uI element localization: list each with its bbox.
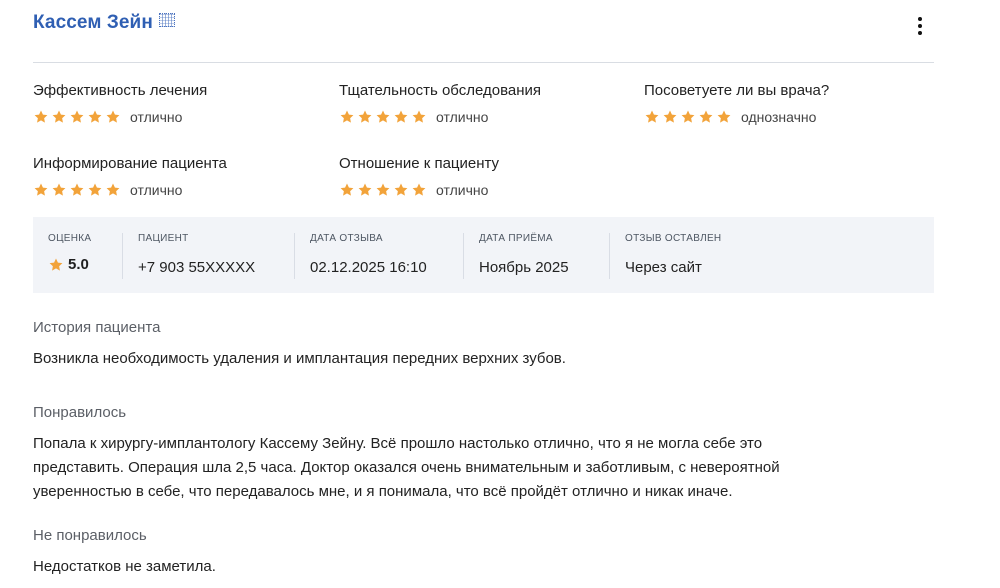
star-icon (716, 109, 732, 125)
doctor-name[interactable]: Кассем Зейн (33, 12, 175, 34)
star-icon (339, 182, 355, 198)
rating-stars (33, 109, 121, 125)
meta-visit-date: дата приёма Ноябрь 2025 (463, 233, 569, 279)
section-text: Недостатков не заметила. (33, 558, 216, 575)
rating-effectiveness: Эффективность лечения отлично (33, 81, 323, 126)
section-text: Попала к хирургу-имплантологу Кассему Зе… (33, 435, 780, 500)
star-icon (69, 182, 85, 198)
rating-line: отлично (33, 108, 323, 126)
star-icon (48, 257, 64, 273)
meta-label: оценка (48, 233, 92, 244)
meta-patient: пациент +7 903 55XXXXX (121, 233, 256, 279)
rating-label: отлично (436, 182, 489, 198)
meta-review-date: дата отзыва 02.12.2025 16:10 (294, 233, 427, 279)
meta-score: оценка 5.0 (48, 233, 91, 279)
meta-label: дата отзыва (310, 233, 383, 244)
rating-title: Эффективность лечения (33, 82, 208, 99)
star-icon (51, 109, 67, 125)
review-date-value: 02.12.2025 16:10 (310, 259, 427, 276)
star-icon (698, 109, 714, 125)
meta-label: отзыв оставлен (625, 233, 722, 244)
star-icon (33, 109, 49, 125)
review-meta-panel: оценка 5.0 пациент +7 903 55XXXXX дата о… (33, 217, 934, 293)
rating-attitude: Отношение к пациенту отлично (339, 154, 629, 199)
review-card: Кассем Зейн Эффективность лечения отличн… (33, 0, 934, 588)
rating-line: отлично (339, 108, 629, 126)
star-icon (375, 109, 391, 125)
rating-line: отлично (33, 181, 323, 199)
rating-line: однозначно (644, 108, 934, 126)
meta-label: дата приёма (479, 233, 553, 244)
rating-stars (33, 182, 121, 198)
rating-label: отлично (130, 109, 183, 125)
section-title: Понравилось (33, 404, 127, 421)
rating-label: однозначно (741, 109, 817, 125)
rating-information: Информирование пациента отлично (33, 154, 323, 199)
score-value: 5.0 (48, 256, 91, 274)
patient-history-section: История пациента Возникла необходимость … (33, 318, 933, 371)
menu-dot (918, 24, 922, 28)
star-icon (375, 182, 391, 198)
doctor-badge-icon (158, 13, 175, 27)
rating-label: отлично (130, 182, 183, 198)
star-icon (105, 182, 121, 198)
star-icon (662, 109, 678, 125)
rating-label: отлично (436, 109, 489, 125)
star-icon (393, 109, 409, 125)
more-vertical-icon[interactable] (912, 14, 928, 38)
star-icon (357, 109, 373, 125)
disliked-section: Не понравилось Недостатков не заметила. (33, 526, 933, 579)
menu-dot (918, 31, 922, 35)
score-number: 5.0 (68, 256, 89, 273)
rating-title: Информирование пациента (33, 155, 227, 172)
star-icon (644, 109, 660, 125)
patient-value: +7 903 55XXXXX (138, 259, 256, 276)
liked-section: Понравилось Попала к хирургу-имплантолог… (33, 403, 933, 504)
star-icon (680, 109, 696, 125)
rating-thoroughness: Тщательность обследования отлично (339, 81, 629, 126)
doctor-name-text[interactable]: Кассем Зейн (33, 12, 153, 33)
meta-source: отзыв оставлен Через сайт (608, 233, 722, 279)
star-icon (411, 182, 427, 198)
star-icon (357, 182, 373, 198)
source-value: Через сайт (625, 259, 702, 276)
rating-line: отлично (339, 181, 629, 199)
star-icon (51, 182, 67, 198)
star-icon (105, 109, 121, 125)
visit-date-value: Ноябрь 2025 (479, 259, 569, 276)
star-icon (339, 109, 355, 125)
rating-stars (644, 109, 732, 125)
star-icon (411, 109, 427, 125)
star-icon (87, 182, 103, 198)
rating-title: Отношение к пациенту (339, 155, 500, 172)
review-header: Кассем Зейн (33, 0, 934, 63)
star-icon (393, 182, 409, 198)
section-title: Не понравилось (33, 527, 147, 544)
rating-recommend: Посоветуете ли вы врача? однозначно (644, 81, 934, 126)
rating-title: Посоветуете ли вы врача? (644, 82, 830, 99)
menu-dot (918, 17, 922, 21)
rating-title: Тщательность обследования (339, 82, 542, 99)
rating-stars (339, 109, 427, 125)
rating-stars (339, 182, 427, 198)
meta-label: пациент (138, 233, 189, 244)
section-text: Возникла необходимость удаления и имплан… (33, 350, 566, 367)
star-icon (33, 182, 49, 198)
section-title: История пациента (33, 319, 161, 336)
star-icon (69, 109, 85, 125)
star-icon (87, 109, 103, 125)
